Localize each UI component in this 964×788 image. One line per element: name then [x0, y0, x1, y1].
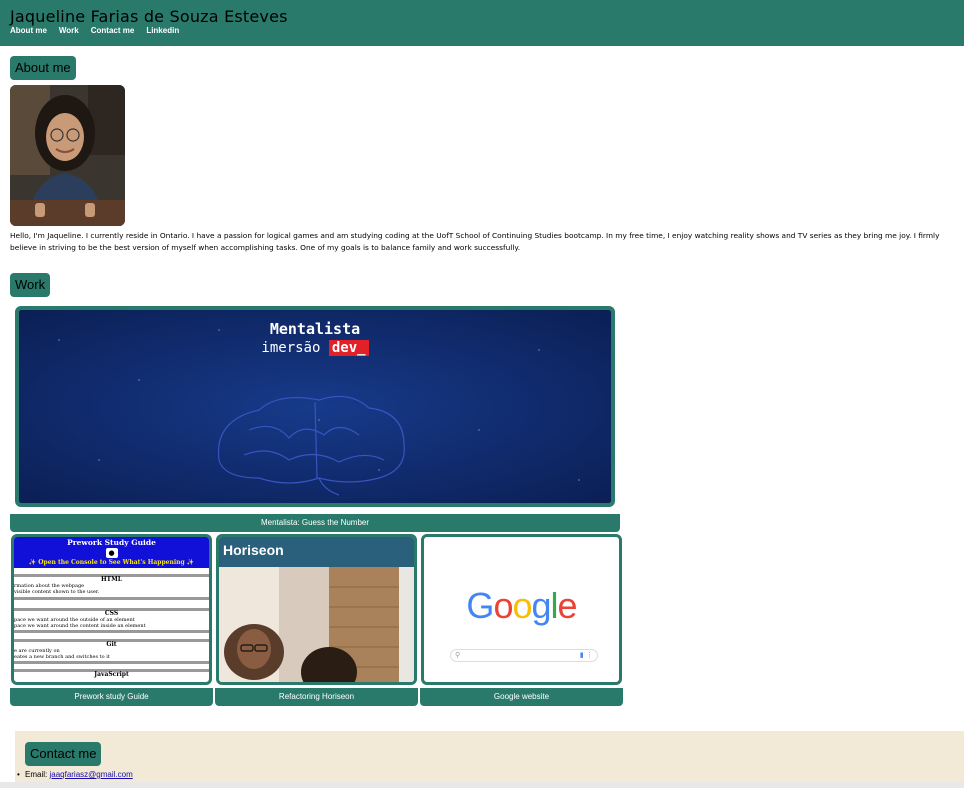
mic-icon: ▮ ⋮ — [579, 651, 593, 659]
work-heading: Work — [10, 273, 51, 297]
project-caption-prework[interactable]: Prework study Guide — [10, 688, 213, 706]
project-card-horiseon[interactable]: Horiseon — [216, 534, 417, 685]
site-title: Jaqueline Farias de Souza Esteves — [10, 7, 288, 26]
project-caption-horiseon[interactable]: Refactoring Horiseon — [215, 688, 418, 706]
nav-about-me[interactable]: About me — [10, 26, 47, 35]
prework-section-javascript: JavaScript — [94, 671, 129, 678]
mentalista-title: Mentalista — [269, 320, 361, 338]
contact-section — [15, 731, 964, 788]
google-logo: Google — [466, 585, 577, 626]
profile-photo — [10, 85, 125, 226]
prework-line: eates a new branch and switches to it — [14, 654, 110, 660]
horiseon-preview — [219, 537, 414, 682]
nav-linkedin[interactable]: Linkedin — [146, 26, 179, 35]
site-header: Jaqueline Farias de Souza Esteves About … — [0, 0, 964, 46]
contact-list: Email: jaaqfariasz@gmail.com — [17, 770, 133, 779]
contact-email-label: Email: — [25, 770, 48, 779]
project-card-prework[interactable]: Prework Study Guide ● ✨ Open the Console… — [11, 534, 212, 685]
project-card-google[interactable]: Google ⚲ ▮ ⋮ — [421, 534, 622, 685]
featured-project-caption[interactable]: Mentalista: Guess the Number — [10, 514, 620, 532]
mentalista-preview — [19, 310, 611, 503]
contact-heading: Contact me — [25, 742, 102, 766]
prework-preview-title: Prework Study Guide — [67, 538, 156, 547]
prework-preview-header: Prework Study Guide ● ✨ Open the Console… — [14, 537, 209, 568]
horizontal-scrollbar[interactable] — [0, 782, 964, 788]
featured-project-card[interactable]: Mentalista imersão dev_ — [15, 306, 615, 507]
horiseon-logo-text: Horiseon — [223, 542, 284, 558]
nav-work[interactable]: Work — [59, 26, 79, 35]
github-icon: ● — [105, 548, 118, 558]
prework-line: visible content shown to the user. — [14, 589, 100, 595]
contact-email-item: Email: jaaqfariasz@gmail.com — [17, 770, 133, 779]
nav-contact-me[interactable]: Contact me — [91, 26, 135, 35]
contact-email-link[interactable]: jaaqfariasz@gmail.com — [49, 770, 132, 779]
main-nav: About me Work Contact me Linkedin — [10, 26, 179, 35]
about-text: Hello, I'm Jaqueline. I currently reside… — [10, 231, 940, 252]
prework-line: pace we want around the content inside a… — [14, 623, 146, 629]
google-search-bar: ⚲ ▮ ⋮ — [450, 649, 598, 662]
mentalista-subtitle: imersão dev_ — [19, 340, 611, 356]
search-icon: ⚲ — [455, 651, 461, 659]
mentalista-dev-badge: dev_ — [328, 340, 369, 356]
prework-preview-subtitle: ✨ Open the Console to See What's Happeni… — [28, 559, 195, 566]
project-caption-google[interactable]: Google website — [420, 688, 623, 706]
profile-photo-art — [10, 85, 125, 226]
about-heading: About me — [10, 56, 76, 80]
prework-preview-body: HTML rmation about the webpage visible c… — [14, 568, 209, 678]
mentalista-imersao: imersão — [261, 340, 321, 356]
